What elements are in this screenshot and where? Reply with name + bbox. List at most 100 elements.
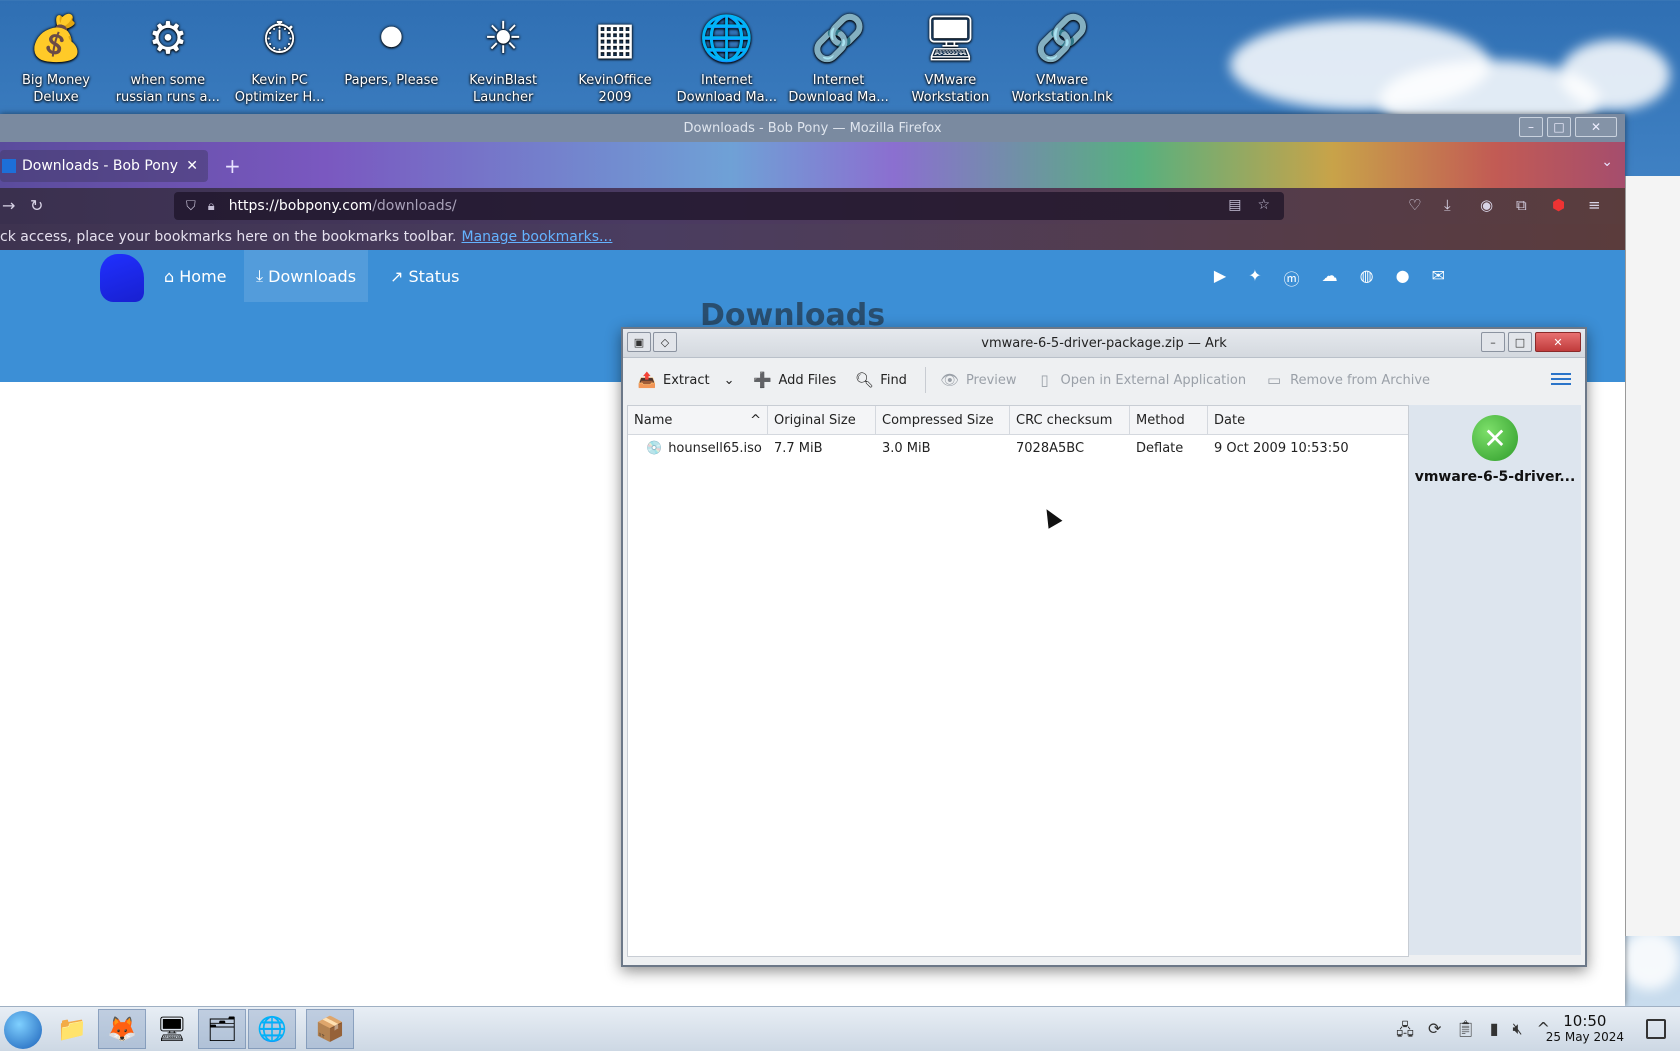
updates-icon[interactable]: ⟳ [1428, 1019, 1441, 1046]
desktop-icon[interactable]: 🖥 VMware Workstation [897, 6, 1003, 106]
column-date[interactable]: Date [1208, 406, 1408, 434]
vmware-icon: 🖥 [922, 12, 979, 64]
window-menu-icon[interactable]: ▣ [627, 332, 651, 352]
list-tabs-chevron-icon[interactable]: ⌄ [1601, 154, 1613, 170]
desktop-icon[interactable]: ⚫ Papers, Please [338, 6, 444, 89]
minimize-button[interactable]: – [1519, 117, 1543, 137]
url-bar[interactable]: ⛉ 🔒︎ https://bobpony.com/downloads/ ▤ ☆ [174, 192, 1284, 220]
desktop-icon[interactable]: ☀ KevinBlast Launcher [450, 6, 556, 106]
file-manager-icon[interactable]: 📁 [48, 1009, 96, 1049]
bookmarks-hint: ck access, place your bookmarks here on … [0, 229, 457, 245]
desktop-icon[interactable]: ⏱ Kevin PC Optimizer H... [227, 6, 333, 106]
nav-status[interactable]: ↗ Status [378, 250, 471, 302]
open-external-button[interactable]: ▯ Open in External Application [1035, 370, 1246, 390]
menu-icon[interactable]: ≡ [1588, 196, 1601, 214]
tab-downloads[interactable]: Downloads - Bob Pony ✕ [0, 150, 208, 182]
show-desktop-icon[interactable] [1646, 1019, 1666, 1039]
chevron-down-icon[interactable]: ⌄ [724, 373, 735, 388]
start-button[interactable] [4, 1011, 42, 1049]
lock-icon[interactable]: 🔒︎ [208, 199, 215, 214]
maximize-button[interactable]: □ [1508, 332, 1532, 352]
desktop-icon-label: Papers, Please [344, 73, 439, 88]
background-window-edge[interactable] [1625, 176, 1680, 936]
mail-icon[interactable]: ✉ [1432, 266, 1445, 290]
tab-close-icon[interactable]: ✕ [186, 158, 198, 174]
maximize-button[interactable]: □ [1547, 117, 1571, 137]
column-name[interactable]: Name ^ [628, 406, 768, 434]
home-icon: ⌂ [164, 266, 175, 286]
battery-icon[interactable]: ▮ [1490, 1019, 1499, 1046]
column-original-size[interactable]: Original Size [768, 406, 876, 434]
archive-tools-icon: ✕ [1472, 415, 1518, 461]
account-icon[interactable]: ◉ [1480, 196, 1493, 214]
bookmarks-toolbar: ck access, place your bookmarks here on … [0, 224, 1625, 250]
preview-button[interactable]: 👁 Preview [940, 370, 1016, 390]
new-tab-button[interactable]: + [224, 154, 241, 178]
desktop-icon[interactable]: 🔗 Internet Download Ma... [786, 6, 892, 106]
discord-icon[interactable]: ◍ [1360, 266, 1374, 290]
ark-taskbar-icon[interactable]: 📦 [306, 1009, 354, 1049]
desktop-icon[interactable]: ⚙ when some russian runs a... [115, 6, 221, 106]
bob-pony-logo[interactable] [100, 254, 144, 302]
search-icon: 🔍︎ [854, 371, 874, 389]
cloud-icon[interactable]: ☁ [1322, 266, 1338, 290]
ark-window-title: vmware-6-5-driver-package.zip — Ark [981, 335, 1227, 351]
bookmark-star-icon[interactable]: ☆ [1257, 197, 1270, 213]
table-row[interactable]: 💿 hounsell65.iso 7.7 MiB 3.0 MiB 7028A5BC… [628, 435, 1408, 461]
pocket-icon[interactable]: ♡ [1408, 196, 1421, 214]
minimize-button[interactable]: – [1481, 332, 1505, 352]
control-panel-icon[interactable]: 🗂 [198, 1009, 246, 1049]
info-panel: ✕ vmware-6-5-driver... [1409, 405, 1581, 955]
ublock-icon[interactable]: ⬢ [1552, 196, 1565, 214]
find-button[interactable]: 🔍︎ Find [854, 370, 907, 390]
manage-bookmarks-link[interactable]: Manage bookmarks... [461, 229, 612, 245]
youtube-icon[interactable]: ▶ [1214, 266, 1226, 290]
extensions-icon[interactable]: ⧉ [1516, 196, 1527, 214]
download-manager-icon[interactable]: 🌐 [248, 1009, 296, 1049]
taskbar: 📁 🦊 🖥 🗂 🌐 📦 🖧 ⟳ 📋︎ ▮ 🔇︎ ^ 10:50 25 May 2… [0, 1006, 1680, 1051]
extract-button[interactable]: 📤 Extract ⌄ [637, 370, 735, 390]
desktop-icon[interactable]: 🌐 Internet Download Ma... [674, 6, 780, 106]
favicon-icon [2, 159, 16, 173]
downloads-icon[interactable]: ⤓ [1444, 196, 1451, 214]
desktop-icon-label: KevinOffice 2009 [578, 73, 652, 105]
site-navbar: ⌂ Home ⤓ Downloads ↗ Status ▶ ✦ ⓜ ☁ ◍ ● … [0, 250, 1625, 302]
archive-file-list[interactable]: Name ^ Original Size Compressed Size CRC … [627, 405, 1409, 957]
reload-icon[interactable]: ↻ [30, 196, 43, 215]
twitter-icon[interactable]: ✦ [1248, 266, 1261, 290]
desktop-icon[interactable]: 💰 Big Money Deluxe [3, 6, 109, 106]
column-method[interactable]: Method [1130, 406, 1208, 434]
system-settings-icon[interactable]: 🖥 [148, 1009, 196, 1049]
desktop-icon[interactable]: ▦ KevinOffice 2009 [562, 6, 668, 106]
nav-downloads[interactable]: ⤓ Downloads [244, 250, 369, 302]
document-icon: ▯ [1040, 371, 1049, 389]
papers-please-icon: ⚫ [372, 12, 410, 64]
reader-view-icon[interactable]: ▤ [1228, 197, 1241, 213]
column-compressed-size[interactable]: Compressed Size [876, 406, 1010, 434]
clipboard-icon[interactable]: 📋︎ [1455, 1019, 1475, 1046]
firefox-titlebar[interactable]: Downloads - Bob Pony — Mozilla Firefox –… [0, 114, 1625, 142]
clock[interactable]: 10:50 25 May 2024 [1546, 1012, 1624, 1044]
preview-icon: 👁 [940, 371, 960, 389]
firefox-taskbar-icon[interactable]: 🦊 [98, 1009, 146, 1049]
close-button[interactable]: ✕ [1575, 117, 1617, 137]
remove-from-archive-button[interactable]: ▭ Remove from Archive [1264, 370, 1430, 390]
nav-home[interactable]: ⌂ Home [152, 250, 239, 302]
mastodon-icon[interactable]: ⓜ [1284, 266, 1300, 290]
ark-titlebar[interactable]: ▣ ◇ vmware-6-5-driver-package.zip — Ark … [623, 329, 1585, 358]
column-crc[interactable]: CRC checksum [1010, 406, 1130, 434]
add-files-button[interactable]: ➕ Add Files [752, 370, 836, 390]
desktop-icon-label: VMware Workstation [911, 73, 990, 105]
forward-arrow-icon[interactable]: → [2, 196, 15, 215]
network-icon[interactable]: 🖧 [1396, 1019, 1414, 1046]
github-icon[interactable]: ● [1396, 266, 1410, 290]
keep-above-icon[interactable]: ◇ [653, 332, 677, 352]
shield-icon[interactable]: ⛉ [186, 199, 196, 214]
desktop-icon-label: Kevin PC Optimizer H... [234, 73, 325, 105]
close-button[interactable]: ✕ [1535, 332, 1581, 352]
volume-muted-icon[interactable]: 🔇︎ [1513, 1019, 1523, 1046]
firefox-window-title: Downloads - Bob Pony — Mozilla Firefox [683, 120, 942, 136]
desktop-icon[interactable]: 🔗 VMware Workstation.lnk [1009, 6, 1115, 106]
url-text: https://bobpony.com/downloads/ [228, 198, 457, 214]
hamburger-menu-icon[interactable] [1551, 370, 1571, 388]
